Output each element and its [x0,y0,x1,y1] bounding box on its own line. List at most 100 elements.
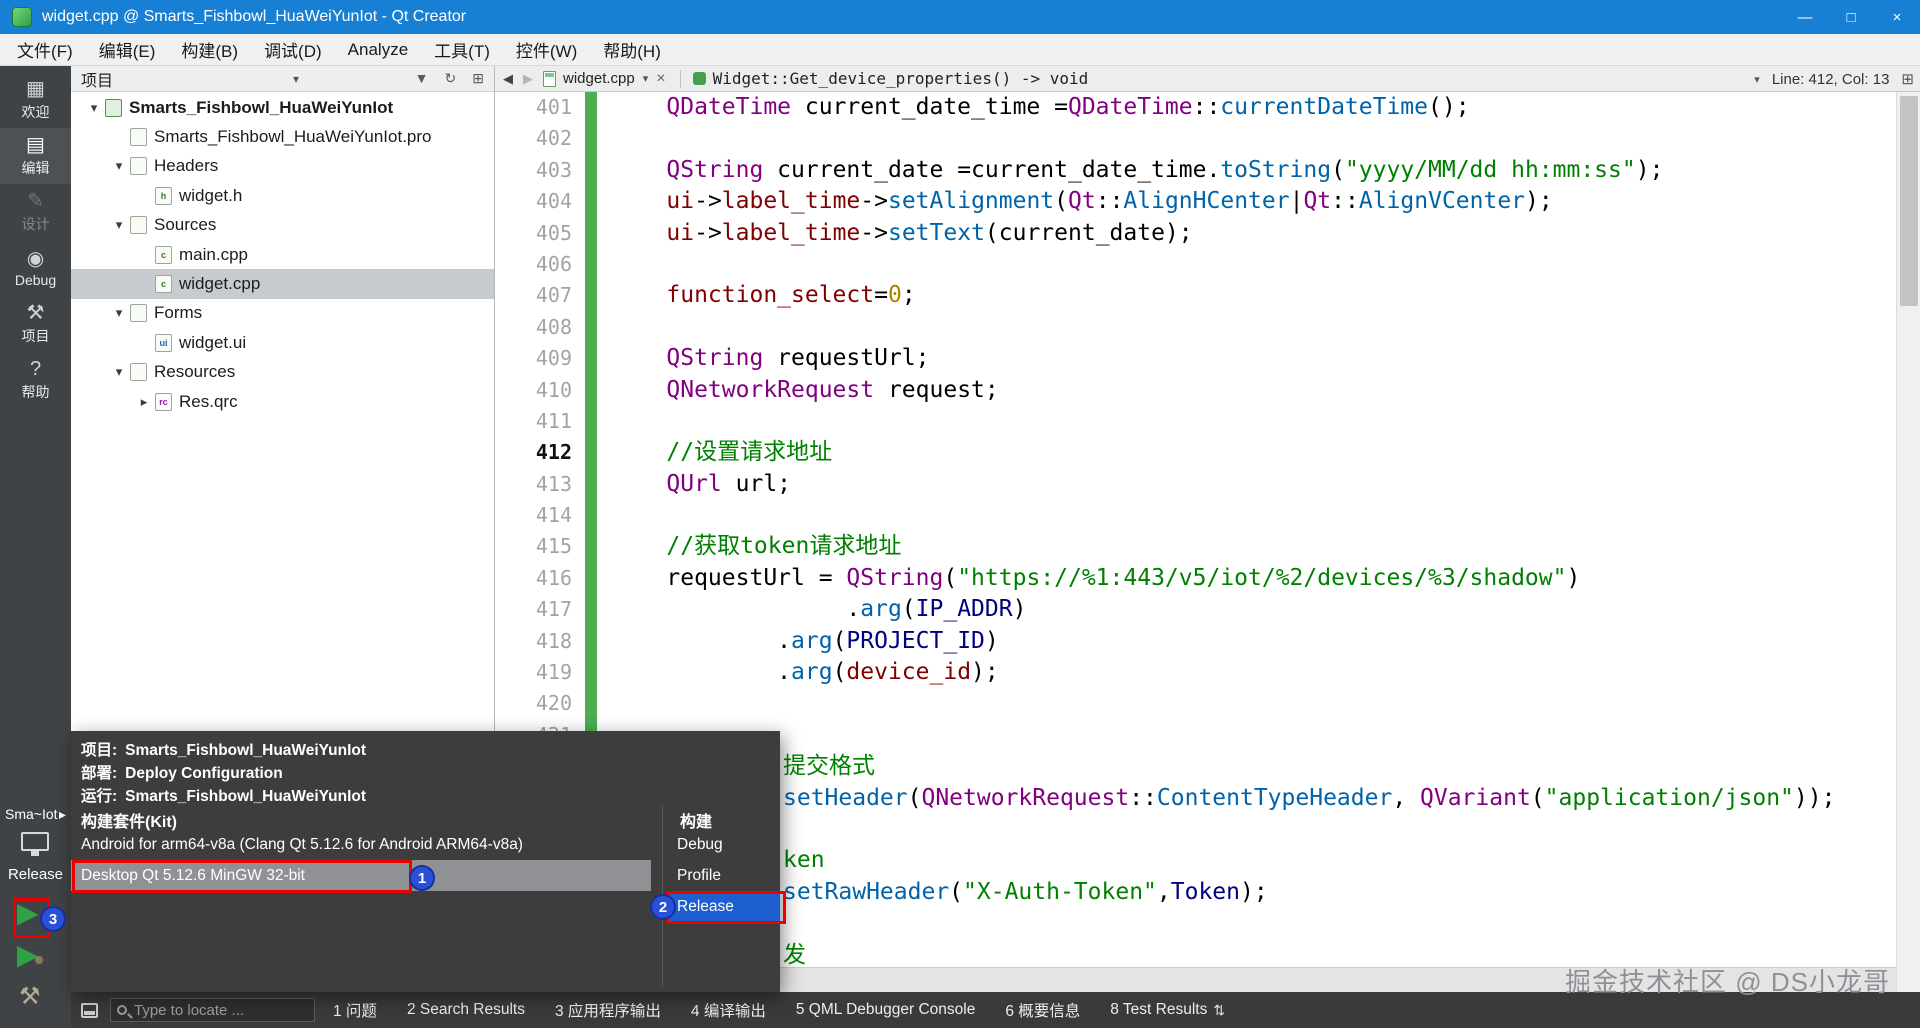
output-pane-button-2[interactable]: 2 Search Results [407,1001,525,1019]
tree-item[interactable]: ▸ rc Res.qrc [71,387,494,416]
mode-item-edit[interactable]: ▤ 编辑 [0,128,71,184]
line-number: 403 [535,157,572,182]
kit-option[interactable]: Android for arm64-v8a (Clang Qt 5.12.6 f… [71,829,651,860]
menu-item-7[interactable]: 帮助(H) [590,34,674,65]
output-pane-button-7[interactable]: 8 Test Results [1110,1001,1207,1019]
welcome-icon: ▦ [26,77,45,100]
maximize-button[interactable]: □ [1828,0,1874,34]
watermark: 掘金技术社区 @ DS小龙哥 [1565,967,1890,997]
locator-placeholder: Type to locate ... [134,1001,245,1019]
close-document-icon[interactable]: × [656,70,665,88]
file-cpp-icon: c [155,245,172,264]
split-editor-icon[interactable]: ⊞ [1901,70,1914,88]
code-line: 416 requestUrl = QString("https://%1:443… [495,562,1920,595]
back-icon[interactable]: ◀ [503,71,513,87]
chevron-icon[interactable]: ▾ [83,100,105,116]
mode-label-design: 设计 [21,215,50,232]
menu-item-5[interactable]: 工具(T) [421,34,503,65]
line-number: 417 [535,597,572,622]
change-bar [585,311,597,344]
line-number: 414 [535,503,572,528]
line-number: 404 [535,189,572,214]
tree-item[interactable]: ▾ Forms [71,299,494,328]
split-panel-icon[interactable]: ⊞ [472,70,484,87]
pane-selector-icon[interactable]: ⇅ [1213,1002,1225,1019]
menu-item-4[interactable]: Analyze [335,34,421,65]
kit-popup-info-row: 运行: Smarts_Fishbowl_HuaWeiYunIot [81,785,770,808]
mode-label-help: 帮助 [21,383,50,400]
chevron-icon[interactable]: ▾ [108,217,130,233]
panel-title[interactable]: 项目 [81,67,113,91]
panel-dropdown-icon[interactable]: ▾ [293,72,299,86]
menu-item-2[interactable]: 构建(B) [168,34,251,65]
code-line-text: QDateTime current_date_time =QDateTime::… [666,94,1470,120]
menu-item-1[interactable]: 编辑(E) [86,34,169,65]
tree-item[interactable]: Smarts_Fishbowl_HuaWeiYunIot.pro [71,122,494,151]
file-h-icon: h [155,186,172,205]
locator-field[interactable]: Type to locate ... [110,998,315,1022]
filter-icon[interactable]: ▼ [415,70,429,87]
tree-item[interactable]: c main.cpp [71,240,494,269]
build-option[interactable]: Profile [667,860,780,891]
navbar-separator [679,69,681,88]
line-number: 401 [535,95,572,119]
current-symbol[interactable]: Widget::Get_device_properties() -> void [713,69,1089,88]
symbol-dropdown-icon[interactable]: ▾ [1754,73,1760,86]
tree-item[interactable]: ▾ Resources [71,358,494,387]
menu-item-0[interactable]: 文件(F) [4,34,86,65]
tree-item-label: widget.cpp [179,274,261,294]
change-bar [585,562,597,595]
tree-item[interactable]: ▾ Smarts_Fishbowl_HuaWeiYunIot [71,93,494,122]
kit-expand-icon: ▸ [58,806,66,822]
tree-item[interactable]: ▾ Headers [71,152,494,181]
info-value: Deploy Configuration [125,765,283,782]
code-line: 405 ui->label_time->setText(current_date… [495,217,1920,249]
mode-item-projects[interactable]: ⚒ 项目 [0,296,71,352]
chevron-icon[interactable]: ▸ [133,394,155,410]
chevron-icon[interactable]: ▾ [108,158,130,174]
tree-item[interactable]: ui widget.ui [71,328,494,357]
mode-item-welcome[interactable]: ▦ 欢迎 [0,72,71,128]
tree-item[interactable]: ▾ Sources [71,211,494,240]
mode-item-help[interactable]: ? 帮助 [0,352,71,408]
debug-run-button[interactable]: ▶ [17,940,43,970]
file-dropdown-icon[interactable]: ▾ [643,72,649,85]
output-pane-button-3[interactable]: 3 应用程序输出 [555,999,661,1021]
build-button[interactable]: ⚒ [19,982,41,1011]
help-mode-icon: ? [29,357,42,380]
output-pane-button-1[interactable]: 1 问题 [333,999,377,1021]
vertical-scrollbar[interactable] [1896,92,1920,992]
code-line: 406 [495,248,1920,281]
mode-item-debug[interactable]: ◉ Debug [0,240,71,296]
target-device-icon[interactable] [21,832,49,856]
tree-item[interactable]: c widget.cpp [71,269,494,299]
mode-item-design[interactable]: ✎ 设计 [0,184,71,240]
tree-item[interactable]: h widget.h [71,181,494,210]
output-pane-button-6[interactable]: 6 概要信息 [1005,999,1080,1021]
sync-icon[interactable]: ↻ [445,70,457,87]
close-button[interactable]: × [1874,0,1920,34]
code-line-text: QString requestUrl; [666,345,930,372]
line-number: 411 [535,408,572,433]
code-line: 419 .arg(device_id); [495,657,1920,689]
build-option[interactable]: Debug [667,829,780,860]
annotation-badge-2: 2 [650,894,676,920]
menu-item-3[interactable]: 调试(D) [251,34,335,65]
kit-selector-button[interactable]: Sma~Iot ▸ [0,806,71,823]
output-pane-button-4[interactable]: 4 编译输出 [691,999,766,1021]
line-number: 410 [535,377,572,402]
open-file-name[interactable]: widget.cpp [563,70,635,87]
forward-icon[interactable]: ▶ [523,71,533,87]
info-value: Smarts_Fishbowl_HuaWeiYunIot [125,742,367,759]
minimize-button[interactable]: — [1782,0,1828,34]
output-panes-toggle-icon[interactable] [81,1002,98,1018]
scrollbar-thumb[interactable] [1900,96,1918,306]
line-number: 415 [535,534,572,559]
output-pane-button-5[interactable]: 5 QML Debugger Console [796,1001,976,1019]
chevron-icon[interactable]: ▾ [108,305,130,321]
menu-item-6[interactable]: 控件(W) [503,34,590,65]
code-line: 413 QUrl url; [495,468,1920,501]
line-number: 412 [535,440,572,465]
chevron-icon[interactable]: ▾ [108,364,130,380]
line-number: 420 [535,691,572,716]
